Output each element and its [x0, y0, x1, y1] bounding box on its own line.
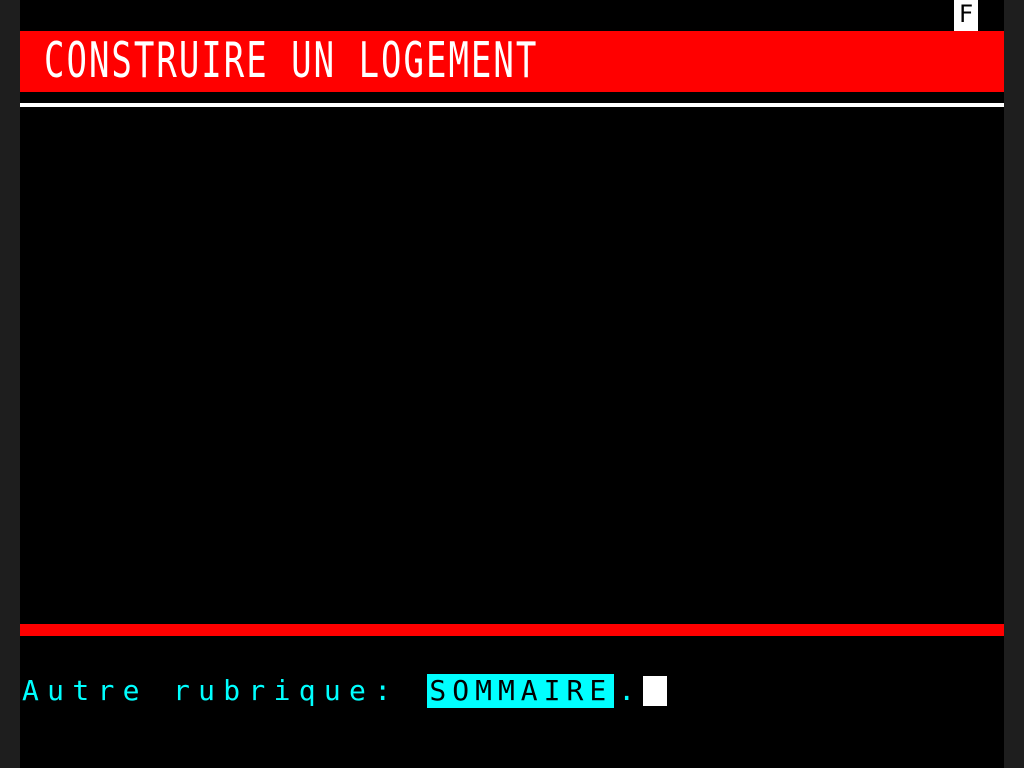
sommaire-key-button[interactable]: SOMMAIRE [427, 674, 615, 708]
prompt-period: . [618, 674, 636, 707]
title-bar: CONSTRUIRE UN LOGEMENT [20, 31, 1004, 92]
minitel-screen: F CONSTRUIRE UN LOGEMENT Autre rubrique:… [20, 0, 1004, 768]
title-divider [20, 103, 1004, 107]
page-title: CONSTRUIRE UN LOGEMENT [44, 32, 539, 90]
text-cursor[interactable] [643, 676, 668, 706]
footer-divider [20, 624, 1004, 636]
content-area [20, 108, 1004, 622]
prompt-line: Autre rubrique: SOMMAIRE . [22, 674, 668, 708]
prompt-label: Autre rubrique: [22, 674, 400, 707]
status-indicator: F [954, 0, 978, 31]
